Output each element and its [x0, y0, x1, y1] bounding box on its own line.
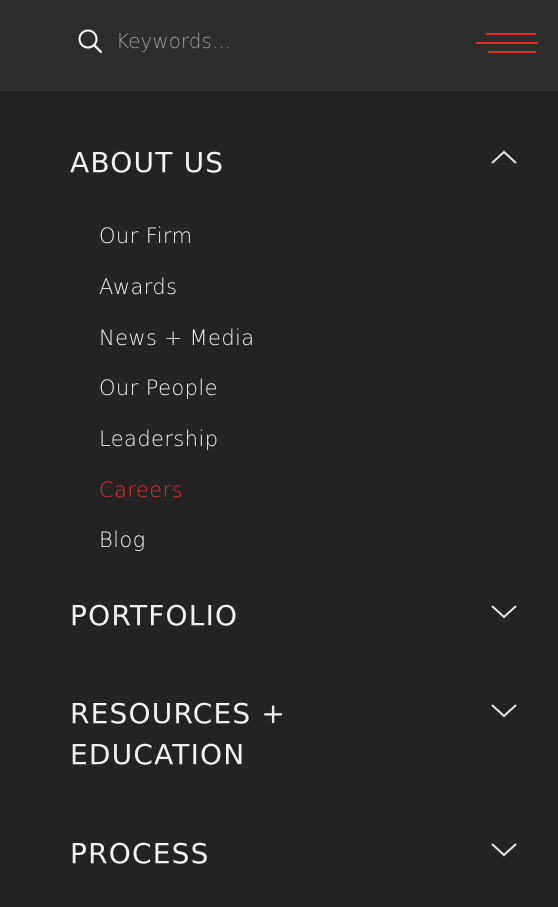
chevron-down-icon[interactable]	[490, 842, 518, 858]
hamburger-menu-icon[interactable]	[474, 30, 538, 60]
nav-item-our-firm[interactable]: Our Firm	[99, 221, 192, 251]
menu-line	[488, 51, 536, 53]
nav-item-our-people[interactable]: Our People	[99, 373, 218, 403]
nav-item-careers[interactable]: Careers	[99, 475, 183, 505]
nav-section-resources-education[interactable]: RESOURCES + EDUCATION	[70, 693, 370, 775]
search-input[interactable]	[116, 24, 416, 58]
nav-item-news-media[interactable]: News + Media	[99, 323, 255, 353]
menu-line	[486, 33, 536, 35]
chevron-down-icon[interactable]	[490, 604, 518, 620]
header-bar	[0, 0, 558, 91]
nav-item-leadership[interactable]: Leadership	[99, 424, 218, 454]
nav-section-process[interactable]: PROCESS	[70, 833, 370, 874]
nav-section-about-us[interactable]: ABOUT US	[70, 142, 370, 183]
nav-section-portfolio[interactable]: PORTFOLIO	[70, 595, 370, 636]
nav-item-awards[interactable]: Awards	[99, 272, 178, 302]
chevron-down-icon[interactable]	[490, 703, 518, 719]
nav-item-blog[interactable]: Blog	[99, 525, 146, 555]
chevron-up-icon[interactable]	[490, 149, 518, 165]
menu-line	[476, 42, 538, 44]
search-icon[interactable]	[77, 28, 103, 54]
